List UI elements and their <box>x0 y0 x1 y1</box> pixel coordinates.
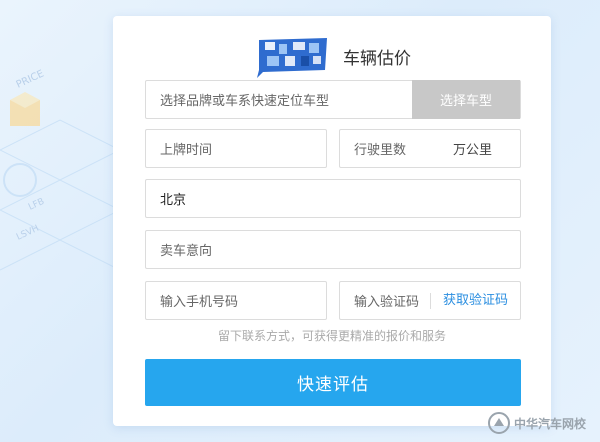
page-title: 车辆估价 <box>343 48 411 69</box>
phone-placeholder: 输入手机号码 <box>160 295 239 310</box>
mileage-placeholder: 行驶里数 <box>354 143 407 158</box>
select-model-button[interactable]: 选择车型 <box>412 80 520 119</box>
site-watermark: 中华汽车网校 <box>487 412 586 434</box>
deco-price-text: PRICE <box>15 68 46 90</box>
verification-code-placeholder: 输入验证码 <box>354 295 420 310</box>
brand-select-field[interactable]: 选择品牌或车系快速定位车型 选择车型 <box>145 80 521 119</box>
phone-field[interactable]: 输入手机号码 <box>145 281 327 320</box>
qr-code-logo-icon <box>257 38 327 78</box>
mileage-unit: 万公里 <box>452 143 492 158</box>
registration-time-field[interactable]: 上牌时间 <box>145 129 327 168</box>
city-field[interactable]: 北京 <box>145 179 521 218</box>
get-code-link[interactable]: 获取验证码 <box>429 292 508 309</box>
city-value: 北京 <box>160 193 187 208</box>
quick-evaluate-button[interactable]: 快速评估 <box>145 359 521 406</box>
sell-intent-field[interactable]: 卖车意向 <box>145 230 521 269</box>
verification-code-field[interactable]: 输入验证码 获取验证码 <box>339 281 521 320</box>
background-illustration: PRICE LFB LSVH <box>0 68 120 271</box>
watermark-text: 中华汽车网校 <box>513 416 586 431</box>
watermark-logo-icon <box>487 412 510 434</box>
sell-intent-placeholder: 卖车意向 <box>160 244 213 259</box>
card-header: 车辆估价 <box>113 34 551 78</box>
mileage-field[interactable]: 行驶里数 万公里 <box>339 129 521 168</box>
brand-select-placeholder: 选择品牌或车系快速定位车型 <box>160 94 330 109</box>
valuation-card: 车辆估价 选择品牌或车系快速定位车型 选择车型 上牌时间 行驶里数 万公里 北京… <box>113 16 551 426</box>
registration-time-placeholder: 上牌时间 <box>160 143 213 158</box>
deco-text-a: LFB <box>27 197 46 213</box>
deco-text-b: LSVH <box>15 224 41 243</box>
contact-hint: 留下联系方式，可获得更精准的报价和服务 <box>217 329 446 343</box>
